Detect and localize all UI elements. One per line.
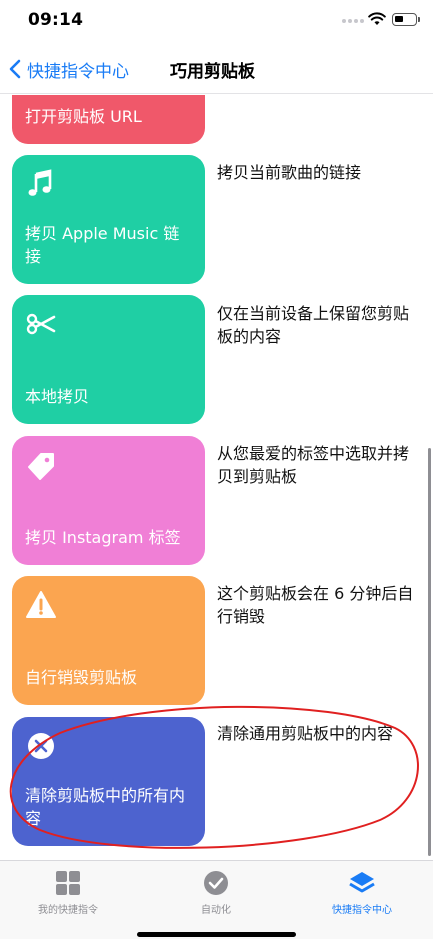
scissors-icon	[26, 313, 56, 335]
navigation-bar: 快捷指令中心 巧用剪贴板	[0, 44, 433, 94]
music-note-icon	[28, 169, 52, 196]
shortcut-card-title: 自行销毁剪贴板	[25, 668, 138, 687]
status-time: 09:14	[28, 10, 84, 30]
shortcut-card-copy-instagram-tags[interactable]: 拷贝 Instagram 标签	[12, 436, 205, 565]
shortcut-card-title: 打开剪贴板 URL	[25, 107, 142, 126]
grid-icon	[56, 871, 80, 895]
scrollbar[interactable]	[428, 448, 431, 856]
warning-icon	[26, 591, 56, 618]
wifi-icon	[368, 12, 386, 25]
back-button[interactable]: 快捷指令中心	[8, 44, 129, 94]
shortcut-card-copy-apple-music-link[interactable]: 拷贝 Apple Music 链接	[12, 155, 205, 284]
shortcut-description: 仅在当前设备上保留您剪贴板的内容	[217, 304, 410, 346]
shortcut-description: 这个剪贴板会在 6 分钟后自行销毁	[217, 584, 414, 626]
chevron-left-icon	[9, 59, 21, 79]
tag-icon	[28, 453, 54, 480]
shortcut-card-local-copy[interactable]: 本地拷贝	[12, 295, 205, 424]
home-indicator[interactable]	[137, 932, 296, 937]
shortcut-card-self-destruct-clipboard[interactable]: 自行销毁剪贴板	[12, 576, 205, 705]
shortcut-card-title: 清除剪贴板中的所有内容	[25, 786, 186, 828]
status-bar: 09:14	[0, 0, 433, 44]
shortcut-description: 从您最爱的标签中选取并拷贝到剪贴板	[217, 444, 410, 486]
tab-bar: 我的快捷指令 自动化 快捷指令中心	[0, 860, 433, 939]
back-button-label: 快捷指令中心	[27, 61, 129, 82]
clear-icon	[28, 733, 54, 759]
layers-icon	[349, 872, 375, 893]
tab-label: 自动化	[201, 905, 231, 916]
tab-label: 快捷指令中心	[332, 905, 392, 916]
page-title: 巧用剪贴板	[170, 62, 255, 82]
tab-gallery[interactable]: 快捷指令中心	[302, 869, 422, 916]
shortcut-description: 清除通用剪贴板中的内容	[217, 724, 394, 743]
shortcut-card-clear-clipboard[interactable]: 清除剪贴板中的所有内容	[12, 717, 205, 846]
clock-check-icon	[204, 871, 228, 895]
shortcut-card-title: 拷贝 Apple Music 链接	[25, 224, 180, 266]
shortcut-card-open-clipboard-url[interactable]: 打开剪贴板 URL	[12, 95, 205, 144]
tab-label: 我的快捷指令	[38, 905, 98, 916]
shortcut-list[interactable]: 打开剪贴板 URL 拷贝 Apple Music 链接 拷贝当前歌曲的链接 本地…	[0, 95, 433, 860]
shortcut-card-title: 本地拷贝	[25, 387, 90, 406]
shortcut-card-title: 拷贝 Instagram 标签	[25, 528, 181, 547]
tab-automation[interactable]: 自动化	[156, 869, 276, 916]
shortcut-description: 拷贝当前歌曲的链接	[217, 163, 362, 182]
cellular-signal-icon	[342, 19, 364, 23]
battery-icon	[392, 13, 420, 26]
tab-my-shortcuts[interactable]: 我的快捷指令	[8, 869, 128, 916]
